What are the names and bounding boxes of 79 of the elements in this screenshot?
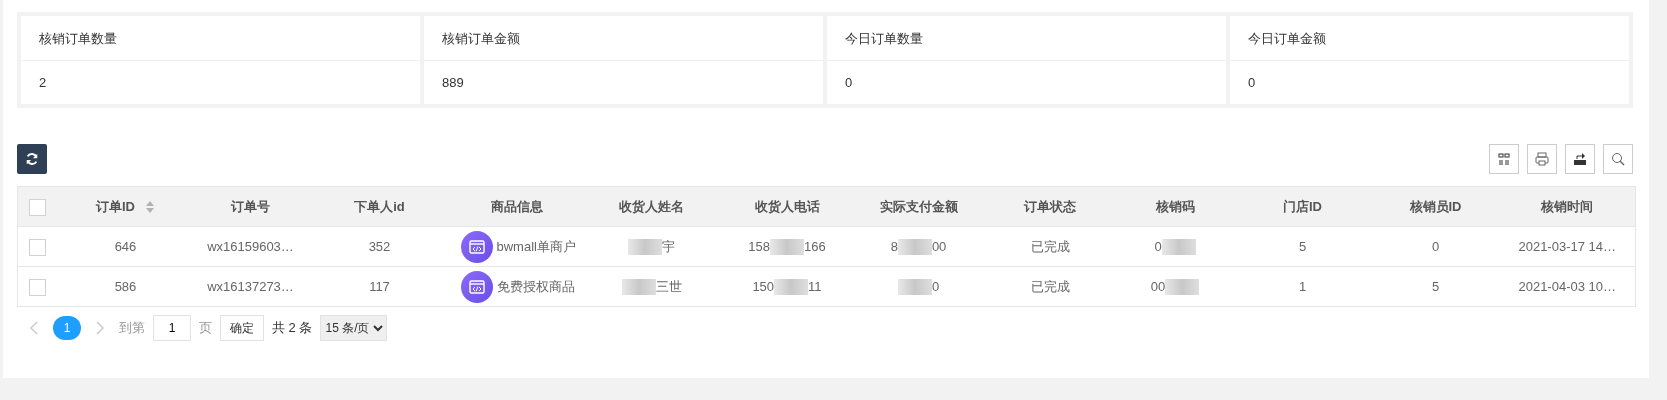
table-cell: 0 [931, 278, 940, 294]
redaction-blur [897, 239, 932, 256]
product-name: bwmall单商户 [496, 237, 576, 256]
table-cell: 00 [931, 238, 947, 254]
table-cell: 已完成 [1030, 278, 1070, 294]
table-cell: 166 [804, 238, 826, 254]
column-header: 门店ID [1283, 198, 1322, 214]
redaction-blur [621, 279, 656, 296]
export-icon [1572, 151, 1588, 167]
stat-label: 核销订单金额 [442, 31, 520, 46]
refresh-button[interactable] [17, 144, 47, 174]
stat-label: 今日订单数量 [845, 31, 923, 46]
table-cell: 586 [114, 278, 137, 294]
table-cell: 0 [1154, 238, 1162, 254]
redaction-blur [1161, 239, 1196, 256]
product-icon [460, 230, 493, 263]
table-cell: 8 [890, 238, 898, 254]
stat-value: 0 [845, 75, 853, 90]
next-page-icon[interactable] [95, 321, 105, 335]
sort-icon[interactable] [145, 200, 155, 215]
column-header: 订单ID [96, 198, 135, 214]
redaction-blur [774, 279, 809, 296]
table-cell: 三世 [655, 278, 682, 294]
search-icon [1610, 151, 1626, 167]
column-header: 核销时间 [1541, 198, 1594, 214]
redaction-blur [1165, 279, 1200, 296]
table-cell: 11 [808, 278, 822, 294]
stat-value: 2 [39, 75, 47, 90]
redaction-blur [897, 279, 932, 296]
table-cell: 0 [1431, 238, 1440, 254]
total-count: 共 2 条 [272, 319, 313, 338]
table-cell: 158 [748, 238, 770, 254]
column-header: 收货人电话 [754, 198, 820, 214]
columns-icon [1496, 151, 1512, 167]
table-cell: 5 [1298, 238, 1307, 254]
table-cell: 352 [368, 238, 391, 254]
table-cell: wx16137273… [207, 278, 294, 294]
product-name: 免费授权商品 [496, 277, 575, 296]
select-all-checkbox[interactable] [29, 198, 47, 216]
page-size-select[interactable]: 15 条/页 [320, 315, 388, 341]
column-header: 商品信息 [491, 198, 543, 214]
stat-value: 0 [1248, 75, 1256, 90]
table-cell: 00 [1150, 278, 1166, 294]
table-cell: 646 [114, 238, 137, 254]
previous-page-icon[interactable] [29, 321, 39, 335]
stat-label: 今日订单金额 [1248, 31, 1326, 46]
columns-button[interactable] [1489, 144, 1519, 174]
confirm-button[interactable]: 确定 [220, 315, 264, 341]
product-icon [460, 270, 493, 303]
table-cell: 5 [1431, 278, 1440, 294]
column-header: 收货人姓名 [619, 198, 684, 214]
print-icon [1534, 151, 1550, 167]
row-checkbox[interactable] [29, 278, 47, 296]
table-cell: 已完成 [1030, 238, 1070, 254]
row-checkbox[interactable] [29, 238, 47, 256]
page-suffix: 页 [199, 319, 212, 338]
table-cell: 宇 [662, 238, 675, 254]
column-header: 下单人id [354, 198, 405, 214]
column-header: 订单状态 [1024, 198, 1076, 214]
page-input[interactable]: 1 [153, 315, 191, 341]
goto-label: 到第 [119, 319, 145, 338]
table-cell: 2021-04-03 10… [1518, 278, 1617, 294]
column-header: 核销员ID [1409, 198, 1462, 214]
stat-label: 核销订单数量 [39, 31, 117, 46]
table-cell: 1 [1298, 278, 1307, 294]
column-header: 核销码 [1155, 198, 1195, 214]
print-button[interactable] [1527, 144, 1557, 174]
search-button[interactable] [1603, 144, 1633, 174]
table-cell: wx16159603… [207, 238, 294, 254]
stat-value: 889 [442, 75, 464, 90]
redaction-blur [628, 239, 662, 256]
table-cell: 150 [752, 278, 775, 294]
table-cell: 2021-03-17 14… [1518, 238, 1617, 254]
column-header: 订单号 [231, 198, 270, 214]
refresh-icon [25, 152, 39, 166]
column-header: 实际支付金额 [879, 198, 958, 214]
redaction-blur [770, 239, 804, 256]
table-cell: 117 [369, 278, 390, 294]
export-button[interactable] [1565, 144, 1595, 174]
